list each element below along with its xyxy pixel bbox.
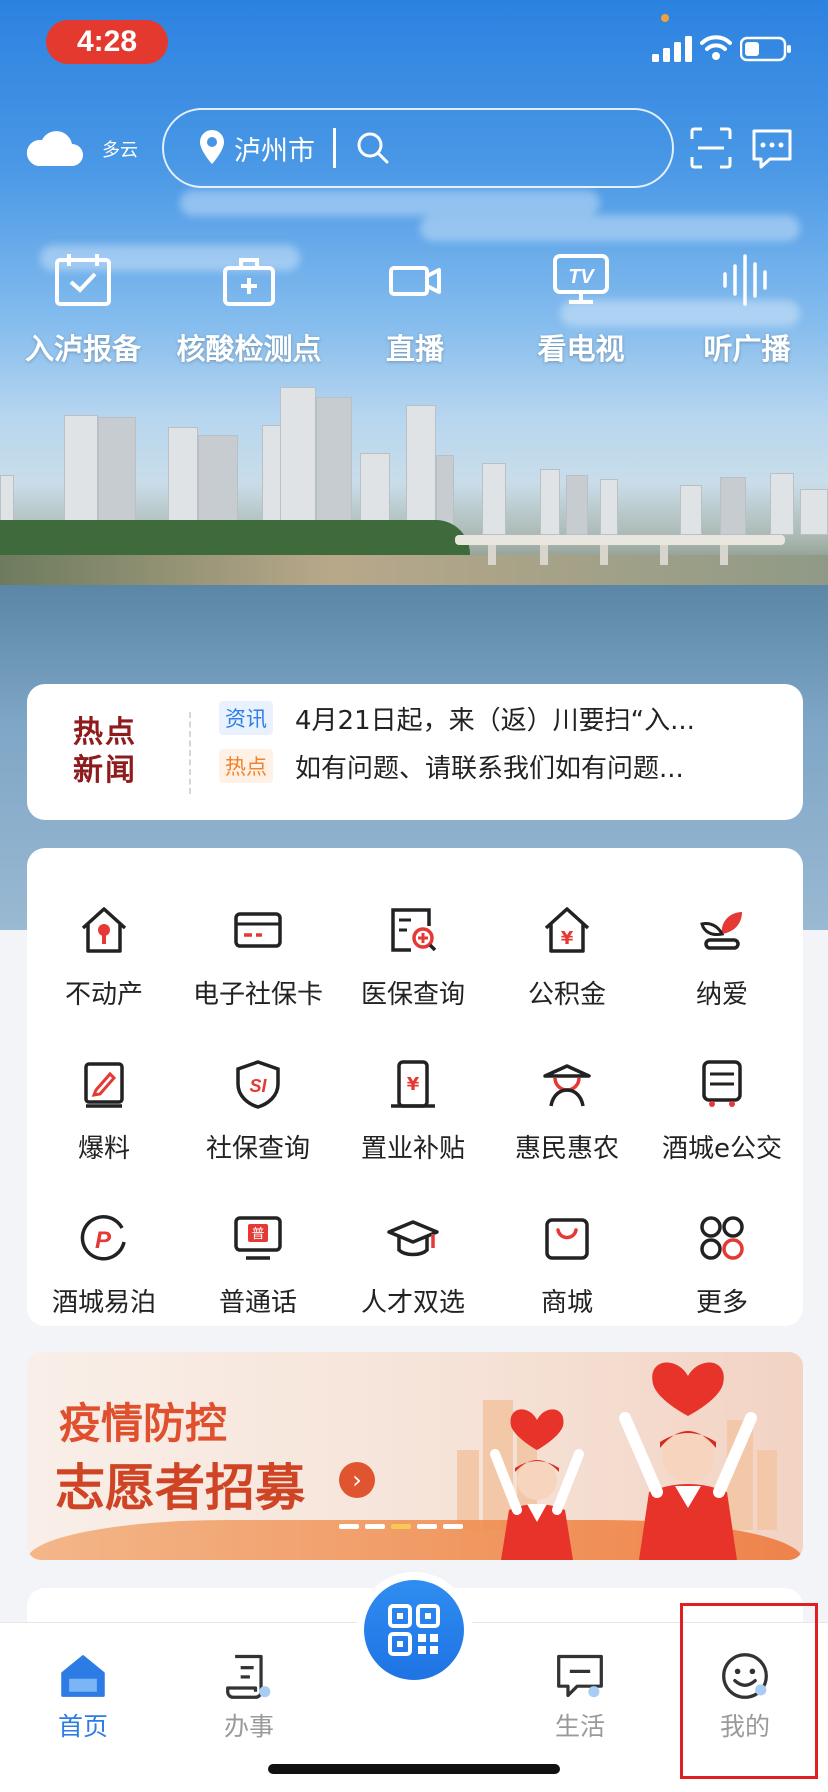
audio-wave-icon <box>723 254 767 306</box>
volunteer-figure-right <box>619 1362 757 1560</box>
card-icon <box>234 912 282 948</box>
bus-icon <box>702 1060 742 1107</box>
battery-icon <box>740 36 791 62</box>
house-key-icon <box>81 907 127 953</box>
svg-text:¥: ¥ <box>561 928 574 949</box>
news-divider <box>189 712 191 794</box>
service-farmer-benefit[interactable]: 惠民惠农 <box>490 1058 644 1188</box>
graduation-cap-icon <box>387 1220 439 1257</box>
status-time: 4:28 <box>46 20 168 64</box>
svg-text:P: P <box>95 1227 112 1254</box>
yuan-phone-icon: ¥ <box>391 1060 435 1108</box>
quick-actions: 入泸报备 核酸检测点 直播 TV 看电视 听广播 <box>0 252 828 382</box>
svg-text:TV: TV <box>568 266 595 288</box>
medical-search-icon <box>391 908 437 952</box>
services-grid: 不动产 电子社保卡 医保查询 ¥ 公积金 纳爱 爆料 SI 社保查询 ¥ 置业补… <box>27 848 803 1326</box>
service-more[interactable]: 更多 <box>645 1212 799 1342</box>
wifi-icon <box>700 35 732 60</box>
volunteer-figure-left <box>490 1409 584 1560</box>
quick-action-testing[interactable]: 核酸检测点 <box>166 252 332 368</box>
si-shield-icon: SI <box>236 1060 280 1109</box>
parking-icon: P <box>80 1215 126 1261</box>
qr-code-icon <box>388 1604 440 1656</box>
quick-action-tv[interactable]: TV 看电视 <box>498 252 664 368</box>
cloud-icon <box>26 131 83 166</box>
svg-text:普: 普 <box>251 1227 264 1242</box>
quick-action-report[interactable]: 入泸报备 <box>0 252 166 368</box>
service-home-subsidy[interactable]: ¥ 置业补贴 <box>336 1058 490 1188</box>
edit-note-icon <box>84 1062 124 1108</box>
news-tag: 热点 <box>219 749 273 783</box>
city-selector[interactable]: 泸州市 <box>234 129 315 168</box>
service-mandarin[interactable]: 普 普通话 <box>181 1212 335 1342</box>
location-pin-icon <box>200 130 224 164</box>
news-headline: 4月21日起，来（返）川要扫“入... <box>295 705 695 736</box>
search-bar[interactable]: 泸州市 <box>162 108 674 188</box>
cellular-signal-icon <box>652 36 692 62</box>
news-item[interactable]: 资讯 4月21日起，来（返）川要扫“入... <box>219 698 695 738</box>
quick-action-live[interactable]: 直播 <box>332 252 498 368</box>
monitor-pu-icon: 普 <box>234 1216 282 1260</box>
service-city-bus[interactable]: 酒城e公交 <box>645 1058 799 1188</box>
service-talent[interactable]: 人才双选 <box>336 1212 490 1342</box>
banner-arrow-icon[interactable]: › <box>339 1462 375 1498</box>
video-camera-icon <box>389 266 441 296</box>
chat-icon <box>557 1654 603 1698</box>
hot-news-card[interactable]: 热点 新闻 资讯 4月21日起，来（返）川要扫“入... 热点 如有问题、请联系… <box>27 684 803 820</box>
message-icon[interactable] <box>750 127 794 171</box>
home-icon <box>61 1655 105 1697</box>
service-naai[interactable]: 纳爱 <box>645 904 799 1034</box>
news-headline: 如有问题、请联系我们如有问题... <box>295 753 684 784</box>
weather-text: 多云 <box>102 140 138 161</box>
home-indicator <box>268 1764 560 1774</box>
svg-text:SI: SI <box>249 1076 267 1096</box>
tab-home[interactable]: 首页 <box>0 1623 166 1743</box>
volunteer-banner[interactable]: 疫情防控 志愿者招募 › <box>27 1352 803 1560</box>
banner-subtitle: 志愿者招募 <box>55 1458 305 1517</box>
news-item[interactable]: 热点 如有问题、请联系我们如有问题... <box>219 746 684 786</box>
news-tag: 资讯 <box>219 701 273 735</box>
service-parking[interactable]: P 酒城易泊 <box>27 1212 181 1342</box>
service-medical-insurance[interactable]: 医保查询 <box>336 904 490 1034</box>
document-icon <box>226 1654 271 1699</box>
svg-text:¥: ¥ <box>407 1074 420 1095</box>
more-grid-icon <box>700 1216 744 1260</box>
weather-widget[interactable]: 多云 <box>24 124 144 174</box>
hot-news-logo: 热点 新闻 <box>73 715 137 788</box>
search-icon[interactable] <box>356 131 390 165</box>
service-real-estate[interactable]: 不动产 <box>27 904 181 1034</box>
medical-kit-icon <box>223 258 275 306</box>
banner-pagination <box>339 1524 463 1529</box>
tab-life[interactable]: 生活 <box>497 1623 663 1743</box>
banner-title: 疫情防控 <box>59 1399 228 1448</box>
tab-services[interactable]: 办事 <box>166 1623 332 1743</box>
center-qr-button[interactable] <box>356 1572 472 1688</box>
service-tipoff[interactable]: 爆料 <box>27 1058 181 1188</box>
tv-icon: TV <box>553 254 609 304</box>
service-mall[interactable]: 商城 <box>490 1212 644 1342</box>
scan-icon[interactable] <box>690 127 732 169</box>
service-housing-fund[interactable]: ¥ 公积金 <box>490 904 644 1034</box>
quick-action-radio[interactable]: 听广播 <box>664 252 828 368</box>
service-social-query[interactable]: SI 社保查询 <box>181 1058 335 1188</box>
calendar-check-icon <box>55 254 111 306</box>
search-divider <box>333 128 336 168</box>
selection-highlight <box>680 1603 818 1779</box>
privacy-indicator-dot <box>661 14 669 22</box>
farmer-icon <box>543 1064 591 1107</box>
house-yuan-icon: ¥ <box>544 907 590 953</box>
service-social-card[interactable]: 电子社保卡 <box>181 904 335 1034</box>
shopping-bag-icon <box>545 1218 589 1260</box>
sprout-icon <box>700 912 742 950</box>
